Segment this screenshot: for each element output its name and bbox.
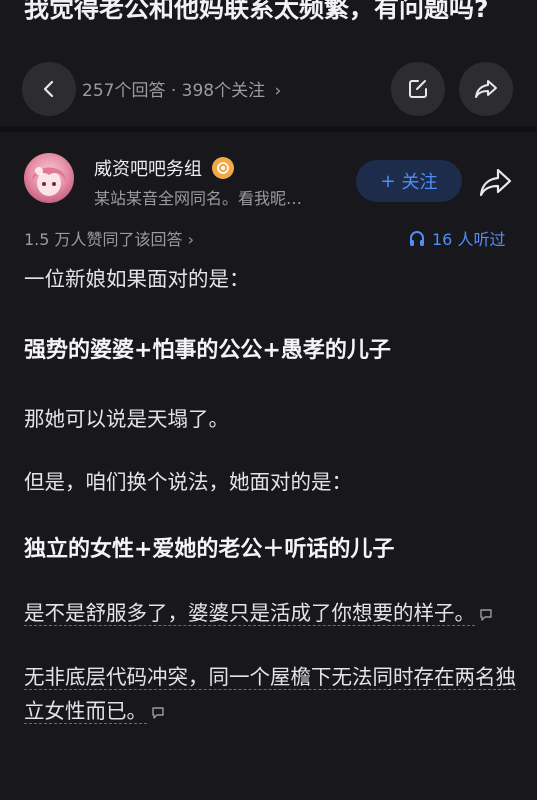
verified-badge-icon [212,157,234,179]
annotated-text: 是不是舒服多了，婆婆只是活成了你想要的样子。 [24,601,475,626]
avatar[interactable] [24,153,74,203]
answer-paragraph: 那她可以说是天塌了。 [24,407,229,431]
answer-heading: 独立的女性+爱她的老公＋听话的儿子 [24,537,395,562]
author-name: 威资吧吧务组 [94,159,202,180]
author-name-row[interactable]: 威资吧吧务组 [94,155,234,181]
answer-content: 一位新娘如果面对的是： 强势的婆婆+怕事的公公+愚孝的儿子 那她可以说是天塌了。… [24,262,516,729]
write-answer-button[interactable] [391,62,445,116]
meta-separator: · [170,81,177,101]
answer-paragraph-commentable[interactable]: 无非底层代码冲突，同一个屋檐下无法同时存在两名独立女性而已。 [24,660,516,729]
author-bio: 某站某音全网同名。看我昵… [94,189,303,208]
comment-bubble-icon[interactable] [479,597,493,631]
share-icon [479,168,512,197]
avatar-illustration [32,167,66,196]
question-meta[interactable]: 257个回答 · 398个关注 › [82,76,281,101]
share-answer-button[interactable] [476,164,516,200]
section-divider [0,126,537,132]
answer-paragraph: 一位新娘如果面对的是： [24,267,250,291]
edit-icon [409,80,427,98]
question-title: 我觉得老公和他妈联系太频繁，有问题吗? [24,0,489,23]
share-icon [475,80,497,98]
chevron-left-icon [43,80,54,98]
follow-button[interactable]: + 关注 [356,160,462,202]
answer-heading: 强势的婆婆+怕事的公公+愚孝的儿子 [24,338,391,363]
annotated-text: 无非底层代码冲突，同一个屋檐下无法同时存在两名独立女性而已。 [24,665,516,724]
back-button[interactable] [22,62,76,116]
answer-paragraph: 但是，咱们换个说法，她面对的是： [24,470,352,494]
listeners-count: 16 人听过 [432,230,506,249]
follow-label: 关注 [401,172,438,193]
plus-icon: + [380,170,396,192]
share-question-button[interactable] [459,62,513,116]
answer-paragraph-commentable[interactable]: 是不是舒服多了，婆婆只是活成了你想要的样子。 [24,596,516,631]
comment-bubble-icon[interactable] [151,695,165,729]
answers-count: 257个回答 [82,81,166,101]
listen-count[interactable]: 16 人听过 [408,226,505,250]
headphones-icon [410,231,424,246]
chevron-right-icon: › [187,230,195,249]
followers-count: 398个关注 [181,81,266,101]
likes-summary[interactable]: 1.5 万人赞同了该回答 › [24,226,194,250]
likes-count: 1.5 万人赞同了该回答 [24,230,183,249]
chevron-right-icon: › [274,81,282,101]
